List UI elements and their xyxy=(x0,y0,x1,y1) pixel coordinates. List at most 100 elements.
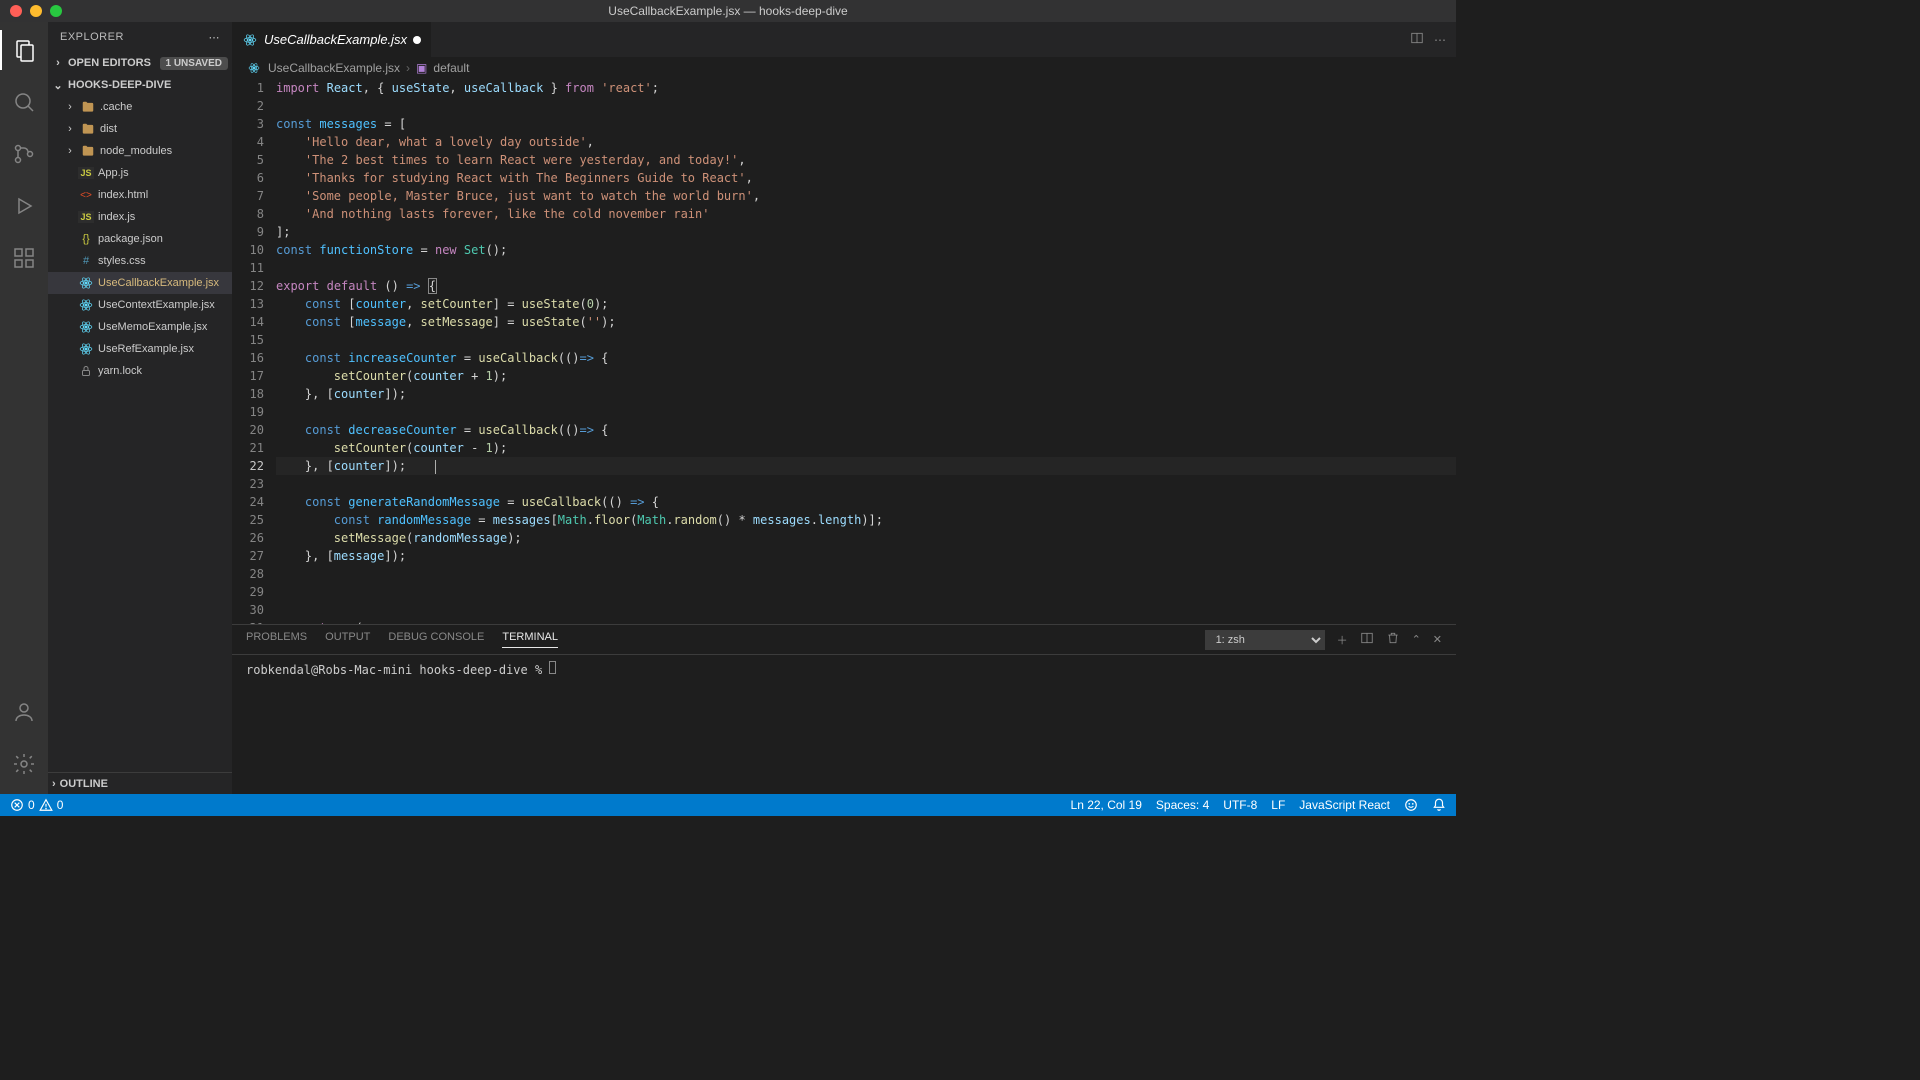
file-item[interactable]: UseMemoExample.jsx xyxy=(48,316,232,338)
status-notifications-icon[interactable] xyxy=(1432,798,1446,812)
file-item[interactable]: UseRefExample.jsx xyxy=(48,338,232,360)
debug-icon[interactable] xyxy=(0,186,48,226)
panel-tab-debug-console[interactable]: DEBUG CONSOLE xyxy=(388,631,484,648)
breadcrumb-symbol[interactable]: default xyxy=(433,61,469,75)
js-icon: JS xyxy=(78,165,94,181)
terminal-cursor xyxy=(549,661,556,674)
more-actions-icon[interactable]: ⋯ xyxy=(1434,33,1446,47)
file-item[interactable]: # styles.css xyxy=(48,250,232,272)
new-terminal-icon[interactable]: ＋ xyxy=(1337,632,1348,648)
folder-item[interactable]: › .cache xyxy=(48,96,232,118)
symbol-icon: ▣ xyxy=(416,61,427,75)
open-editors-header[interactable]: › OPEN EDITORS 1 UNSAVED xyxy=(48,52,232,74)
status-eol[interactable]: LF xyxy=(1271,798,1285,812)
react-icon xyxy=(78,319,94,335)
tab-label: UseCallbackExample.jsx xyxy=(264,32,407,47)
close-panel-icon[interactable]: ✕ xyxy=(1433,633,1442,646)
lock-icon xyxy=(78,363,94,379)
react-file-icon xyxy=(246,60,262,76)
status-feedback-icon[interactable] xyxy=(1404,798,1418,812)
file-item[interactable]: UseContextExample.jsx xyxy=(48,294,232,316)
folder-icon xyxy=(80,121,96,137)
sidebar-title: EXPLORER ⋯ xyxy=(48,22,232,52)
tree-item-label: node_modules xyxy=(100,145,172,157)
breadcrumb[interactable]: UseCallbackExample.jsx › ▣ default xyxy=(232,57,1456,79)
tree-item-label: index.js xyxy=(98,211,135,223)
folder-header[interactable]: ⌄ HOOKS-DEEP-DIVE xyxy=(48,74,232,96)
activity-bar xyxy=(0,22,48,794)
tree-item-label: .cache xyxy=(100,101,132,113)
close-window-button[interactable] xyxy=(10,5,22,17)
status-encoding[interactable]: UTF-8 xyxy=(1223,798,1257,812)
folder-item[interactable]: ›node_modules xyxy=(48,140,232,162)
file-item[interactable]: <> index.html xyxy=(48,184,232,206)
status-errors[interactable]: 0 0 xyxy=(10,798,63,812)
file-tree: › .cache › dist ›node_modules JS App.js <> index… xyxy=(48,96,232,772)
folder-icon xyxy=(80,143,96,159)
react-file-icon xyxy=(242,32,258,48)
tree-item-label: yarn.lock xyxy=(98,365,142,377)
file-item[interactable]: {}package.json xyxy=(48,228,232,250)
tree-item-label: App.js xyxy=(98,167,129,179)
status-indent[interactable]: Spaces: 4 xyxy=(1156,798,1209,812)
sidebar: EXPLORER ⋯ › OPEN EDITORS 1 UNSAVED ⌄ HO… xyxy=(48,22,232,794)
maximize-panel-icon[interactable]: ⌃ xyxy=(1412,633,1421,646)
status-cursor-pos[interactable]: Ln 22, Col 19 xyxy=(1071,798,1142,812)
status-language[interactable]: JavaScript React xyxy=(1299,798,1390,812)
breadcrumb-file[interactable]: UseCallbackExample.jsx xyxy=(268,61,400,75)
account-icon[interactable] xyxy=(0,692,48,732)
editor-tabs: UseCallbackExample.jsx ⋯ xyxy=(232,22,1456,57)
status-bar: 0 0 Ln 22, Col 19 Spaces: 4 UTF-8 LF Jav… xyxy=(0,794,1456,816)
editor-tab[interactable]: UseCallbackExample.jsx xyxy=(232,22,432,57)
open-editors-label: OPEN EDITORS xyxy=(68,57,151,69)
code-editor[interactable]: 1234567891011121314151617181920212223242… xyxy=(232,79,1456,624)
sidebar-title-label: EXPLORER xyxy=(60,31,124,43)
minimize-window-button[interactable] xyxy=(30,5,42,17)
file-item[interactable]: JS App.js xyxy=(48,162,232,184)
code-content[interactable]: import React, { useState, useCallback } … xyxy=(276,79,1456,624)
file-item[interactable]: UseCallbackExample.jsx xyxy=(48,272,232,294)
terminal[interactable]: robkendal@Robs-Mac-mini hooks-deep-dive … xyxy=(232,655,1456,794)
chevron-down-icon: ⌄ xyxy=(52,79,64,92)
react-icon xyxy=(78,341,94,357)
folder-item[interactable]: › dist xyxy=(48,118,232,140)
sidebar-more-icon[interactable]: ⋯ xyxy=(209,31,221,44)
window-controls xyxy=(0,5,62,17)
tree-item-label: dist xyxy=(100,123,117,135)
chevron-right-icon: › xyxy=(52,57,64,69)
search-icon[interactable] xyxy=(0,82,48,122)
settings-gear-icon[interactable] xyxy=(0,744,48,784)
panel-tab-output[interactable]: OUTPUT xyxy=(325,631,370,648)
line-gutter: 1234567891011121314151617181920212223242… xyxy=(232,79,276,624)
chevron-right-icon: › xyxy=(64,101,76,113)
folder-icon xyxy=(80,99,96,115)
bottom-panel: PROBLEMS OUTPUT DEBUG CONSOLE TERMINAL 1: z… xyxy=(232,624,1456,794)
maximize-window-button[interactable] xyxy=(50,5,62,17)
tab-actions: ⋯ xyxy=(1400,22,1456,57)
react-icon xyxy=(78,275,94,291)
html-icon: <> xyxy=(78,187,94,203)
split-editor-icon[interactable] xyxy=(1410,31,1424,48)
panel-tab-terminal[interactable]: TERMINAL xyxy=(502,631,558,648)
chevron-right-icon: › xyxy=(64,123,76,135)
source-control-icon[interactable] xyxy=(0,134,48,174)
css-icon: # xyxy=(78,253,94,269)
explorer-icon[interactable] xyxy=(0,30,48,70)
tree-item-label: index.html xyxy=(98,189,148,201)
split-terminal-icon[interactable] xyxy=(1360,631,1374,648)
file-item[interactable]: yarn.lock xyxy=(48,360,232,382)
js-icon: JS xyxy=(78,209,94,225)
file-item[interactable]: JS index.js xyxy=(48,206,232,228)
tree-item-label: UseRefExample.jsx xyxy=(98,343,194,355)
titlebar: UseCallbackExample.jsx — hooks-deep-dive xyxy=(0,0,1456,22)
tree-item-label: UseMemoExample.jsx xyxy=(98,321,207,333)
tree-item-label: styles.css xyxy=(98,255,146,267)
terminal-prompt: robkendal@Robs-Mac-mini hooks-deep-dive … xyxy=(246,663,549,677)
terminal-selector[interactable]: 1: zsh xyxy=(1205,630,1325,650)
tree-item-label: UseContextExample.jsx xyxy=(98,299,215,311)
panel-tab-problems[interactable]: PROBLEMS xyxy=(246,631,307,648)
extensions-icon[interactable] xyxy=(0,238,48,278)
outline-header[interactable]: › OUTLINE xyxy=(48,772,232,794)
kill-terminal-icon[interactable] xyxy=(1386,631,1400,648)
tree-item-label: UseCallbackExample.jsx xyxy=(98,277,219,289)
